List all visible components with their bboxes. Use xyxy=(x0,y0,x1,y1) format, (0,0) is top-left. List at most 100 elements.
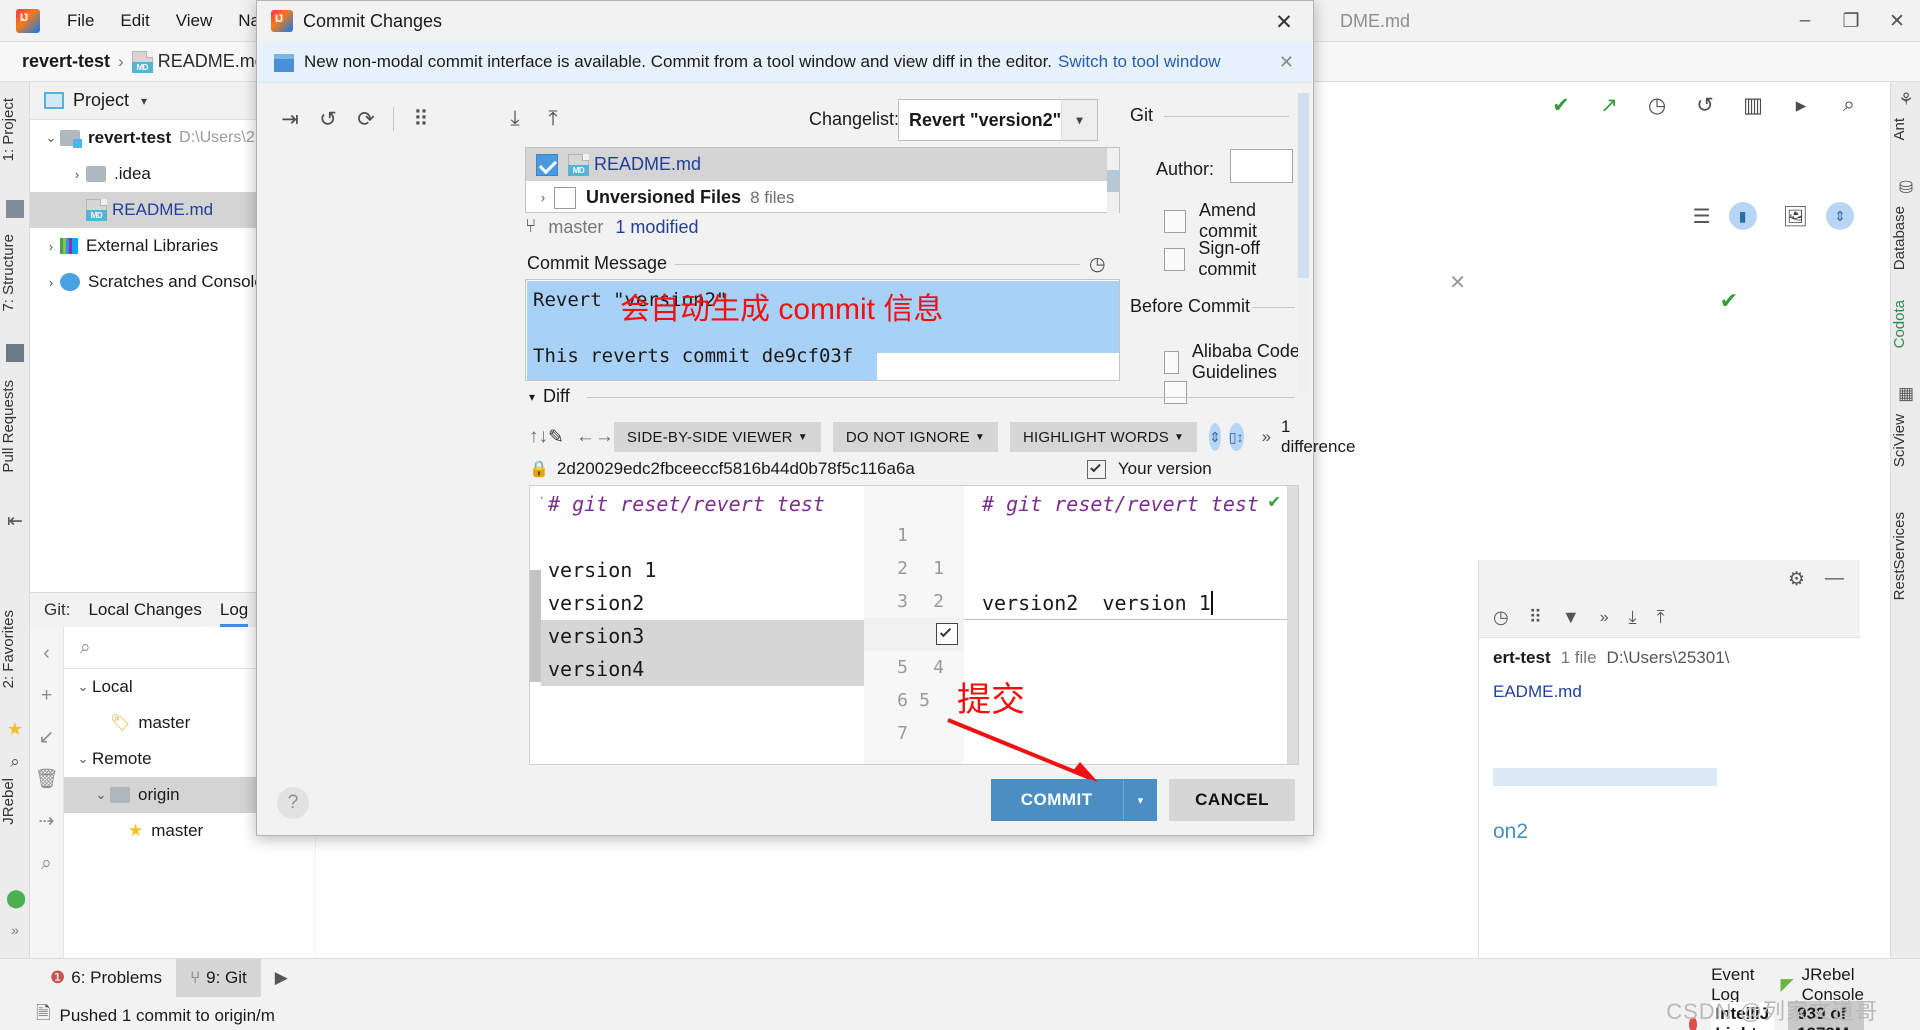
signoff-commit-option[interactable]: Sign-off commit xyxy=(1164,238,1313,280)
sync-scroll-icon[interactable]: ▯↕ xyxy=(1228,423,1244,451)
bottom-tab-git[interactable]: ⑂ 9: Git xyxy=(175,959,261,997)
edit-icon[interactable]: ✎ xyxy=(548,420,564,454)
search-icon[interactable]: ⌕ xyxy=(30,843,63,885)
rail-tab-jrebel[interactable]: JRebel xyxy=(0,772,30,831)
rail-tab-restservices[interactable]: RestServices xyxy=(1891,506,1920,606)
menu-edit[interactable]: Edit xyxy=(107,11,162,31)
run-check-icon[interactable]: ✔ xyxy=(1548,92,1574,118)
tab-local-changes[interactable]: Local Changes xyxy=(88,600,201,620)
jrebel-console-label[interactable]: JRebel Console xyxy=(1802,965,1864,1005)
signoff-commit-checkbox[interactable] xyxy=(1164,247,1186,271)
amend-commit-checkbox[interactable] xyxy=(1164,209,1186,233)
changelist-combo[interactable]: Revert "version2" ▾ xyxy=(898,99,1098,141)
delete-icon[interactable]: 🗑 xyxy=(30,759,63,801)
amend-commit-option[interactable]: Amend commit xyxy=(1164,200,1313,242)
theme-label[interactable]: IntelliJ Light xyxy=(1711,1002,1775,1030)
modified-count[interactable]: 1 modified xyxy=(615,217,698,238)
text-view-icon[interactable]: ☰ xyxy=(1693,204,1711,229)
dialog-close-icon[interactable]: ✕ xyxy=(1267,7,1301,37)
before-commit-extra-option[interactable] xyxy=(1164,381,1187,404)
highlight-mode-button[interactable]: HIGHLIGHT WORDS ▼ xyxy=(1009,422,1198,452)
your-version-checkbox[interactable] xyxy=(1086,459,1106,479)
rail-tab-sciview[interactable]: SciView xyxy=(1891,408,1920,473)
file-list-scrollbar[interactable] xyxy=(1107,148,1119,214)
rail-tab-ant[interactable]: Ant xyxy=(1891,112,1920,147)
more-options-icon[interactable]: » xyxy=(1262,427,1271,447)
file-row-readme[interactable]: MD README.md xyxy=(526,148,1119,181)
revert-icon[interactable]: ↺ xyxy=(309,100,347,138)
rail-tab-project[interactable]: 1: Project xyxy=(0,92,30,167)
undo-icon[interactable]: ↺ xyxy=(1692,92,1718,118)
diff-right-pane[interactable]: # git reset/revert test version 1 versio… xyxy=(964,486,1298,764)
push-arrow-icon[interactable]: ↗ xyxy=(1596,92,1622,118)
file-row-unversioned[interactable]: › Unversioned Files 8 files xyxy=(526,181,1119,214)
search-everywhere-icon[interactable]: ⌕ xyxy=(1836,92,1862,118)
more-rail-icon[interactable]: » xyxy=(6,922,24,940)
history-clock-icon[interactable]: ◷ xyxy=(1644,92,1670,118)
project-structure-icon[interactable]: ▥ xyxy=(1740,92,1766,118)
chevron-icon[interactable]: › xyxy=(68,167,86,182)
commit-dropdown-button[interactable]: ▾ xyxy=(1122,779,1158,821)
rail-tab-favorites[interactable]: 2: Favorites xyxy=(0,604,30,694)
minimize-icon[interactable]: – xyxy=(1782,0,1828,42)
add-icon[interactable]: + xyxy=(30,675,63,717)
more-icon[interactable]: » xyxy=(1600,609,1609,627)
run-configuration-icon[interactable]: ▸ xyxy=(1788,92,1814,118)
chevron-icon[interactable]: ⌄ xyxy=(42,130,60,146)
prev-difference-icon[interactable]: ↑ xyxy=(529,420,539,454)
expand-all-icon[interactable]: ⤓ xyxy=(1629,607,1637,628)
close-notification-icon[interactable]: ✕ xyxy=(1449,270,1466,295)
collapse-selection-icon[interactable]: ⇥ xyxy=(271,100,309,138)
ignore-mode-button[interactable]: DO NOT IGNORE ▼ xyxy=(832,422,998,452)
next-difference-icon[interactable]: ↓ xyxy=(539,420,549,454)
settings-gear-icon[interactable]: ⚙ xyxy=(1788,568,1805,591)
tab-log[interactable]: Log xyxy=(219,593,249,627)
breadcrumb-file[interactable]: README.md xyxy=(158,51,265,72)
chevron-down-icon[interactable]: ▾ xyxy=(1061,100,1097,140)
hide-panel-icon[interactable]: — xyxy=(1825,568,1844,590)
diff-left-scrollbar[interactable] xyxy=(530,486,541,764)
chevron-down-icon[interactable]: ▾ xyxy=(141,94,147,108)
menu-view[interactable]: View xyxy=(163,11,226,31)
close-icon[interactable]: ✕ xyxy=(1874,0,1920,42)
log-file[interactable]: EADME.md xyxy=(1493,682,1860,702)
bottom-tab-terminal[interactable]: ▶ xyxy=(261,959,302,997)
alibaba-guidelines-option[interactable]: Alibaba Code Guidelines xyxy=(1164,341,1313,383)
split-view-icon[interactable]: ▮ xyxy=(1728,202,1757,230)
memory-indicator[interactable]: 939 of 1979M xyxy=(1788,1001,1864,1030)
viewer-mode-button[interactable]: SIDE-BY-SIDE VIEWER ▼ xyxy=(613,422,821,452)
expand-all-icon[interactable]: ⤓ xyxy=(496,100,534,138)
chevron-icon[interactable]: › xyxy=(536,190,550,205)
history-icon[interactable]: ◷ xyxy=(1493,607,1509,628)
scroll-sync-icon[interactable]: ⇕ xyxy=(1826,202,1854,230)
chevron-icon[interactable]: ⌄ xyxy=(74,679,92,695)
chevron-down-icon[interactable]: ▾ xyxy=(529,390,535,404)
chevron-icon[interactable]: › xyxy=(42,275,60,290)
collapse-icon[interactable]: ‹ xyxy=(30,633,63,675)
collapse-all-icon[interactable]: ⤒ xyxy=(534,100,572,138)
menu-file[interactable]: File xyxy=(54,11,107,31)
maximize-icon[interactable]: ❐ xyxy=(1828,0,1874,42)
rail-tab-database[interactable]: Database xyxy=(1891,200,1920,276)
collapse-unchanged-icon[interactable]: ⇕ xyxy=(1209,423,1221,451)
diff-section-header[interactable]: ▾ Diff xyxy=(529,386,570,407)
bottom-tab-problems[interactable]: ❶ 6: Problems xyxy=(36,959,176,997)
filter-icon[interactable]: ▼ xyxy=(1562,607,1580,628)
merge-icon[interactable]: ⇢ xyxy=(30,801,63,843)
checkout-icon[interactable]: ↙ xyxy=(30,717,63,759)
event-log-label[interactable]: Event Log xyxy=(1711,965,1754,1005)
author-input[interactable] xyxy=(1230,149,1293,183)
notification-close-icon[interactable]: ✕ xyxy=(1279,52,1294,73)
group-by-icon[interactable]: ⠿ xyxy=(1529,607,1542,628)
rail-tab-pull-requests[interactable]: Pull Requests xyxy=(0,374,30,479)
chevron-icon[interactable]: ⌄ xyxy=(92,787,110,803)
switch-to-tool-window-link[interactable]: Switch to tool window xyxy=(1058,52,1221,72)
group-by-icon[interactable]: ⠿ xyxy=(402,100,440,138)
diff-right-scrollbar[interactable] xyxy=(1287,486,1298,764)
help-button[interactable]: ? xyxy=(277,787,309,819)
alibaba-guidelines-checkbox[interactable] xyxy=(1164,350,1179,374)
git-options-scrollbar[interactable] xyxy=(1298,93,1309,393)
refresh-icon[interactable]: ⟳ xyxy=(347,100,385,138)
apply-left-icon[interactable]: ← xyxy=(576,420,595,454)
rail-tab-codota[interactable]: Codota xyxy=(1891,294,1920,354)
